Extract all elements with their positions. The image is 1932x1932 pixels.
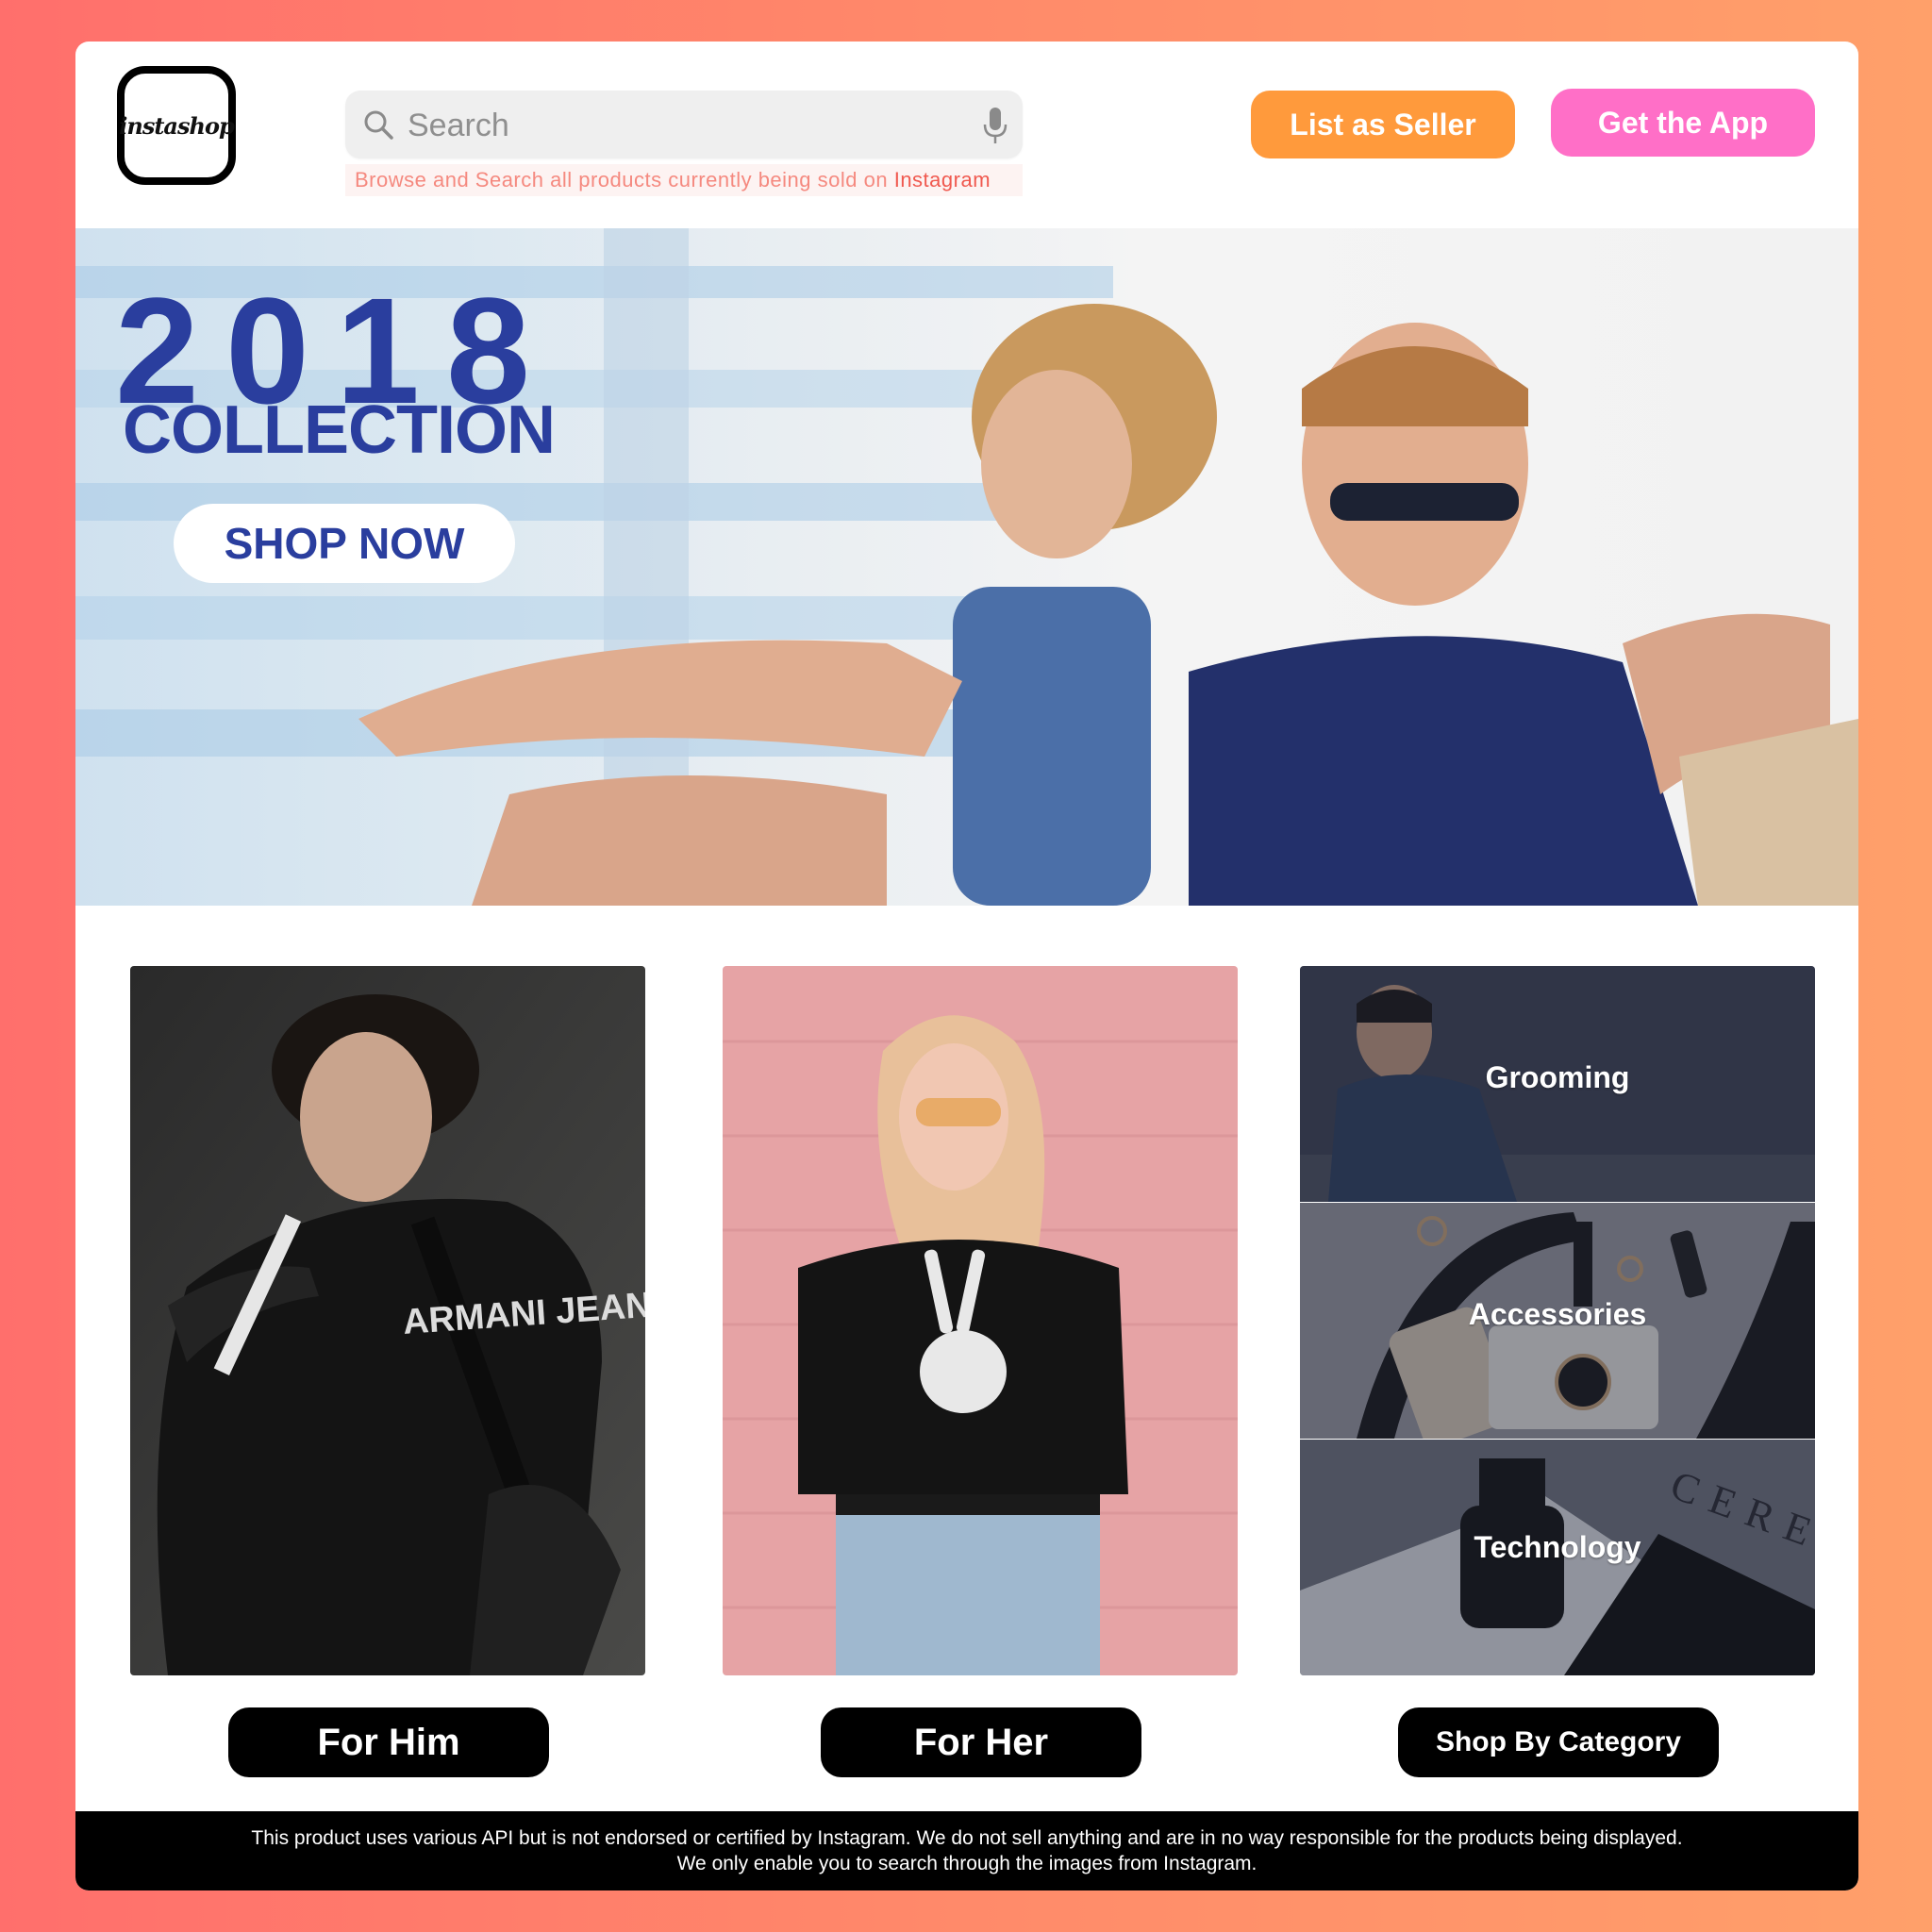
- instashop-logo[interactable]: instashop: [117, 66, 236, 185]
- hero-subtitle: COLLECTION: [123, 392, 556, 468]
- search-hint-brand: Instagram: [893, 168, 991, 192]
- for-her-tile[interactable]: [723, 966, 1238, 1675]
- for-him-tile[interactable]: ARMANI JEANS: [130, 966, 645, 1675]
- search-bar[interactable]: [345, 91, 1023, 158]
- category-grooming[interactable]: Grooming: [1300, 966, 1815, 1202]
- logo-text: instashop: [119, 111, 234, 140]
- grooming-label: Grooming: [1485, 1060, 1630, 1094]
- mic-icon[interactable]: [981, 106, 1009, 145]
- search-area: Browse and Search all products currently…: [345, 91, 1023, 196]
- footer-line-1: This product uses various API but is not…: [251, 1827, 1683, 1849]
- shop-now-button[interactable]: SHOP NOW: [174, 504, 515, 583]
- search-icon: [364, 110, 393, 140]
- search-hint-text: Browse and Search all products currently…: [355, 168, 889, 192]
- footer-disclaimer: This product uses various API but is not…: [75, 1811, 1858, 1890]
- search-hint: Browse and Search all products currently…: [345, 164, 1023, 196]
- category-technology[interactable]: CERE Technology: [1300, 1440, 1815, 1675]
- footer-line-2: We only enable you to search through the…: [676, 1853, 1257, 1874]
- shop-by-category-tile: Grooming Accessories CERE Technology: [1300, 966, 1815, 1675]
- category-accessories[interactable]: Accessories: [1300, 1203, 1815, 1439]
- for-her-photo: [723, 966, 1238, 1675]
- search-input[interactable]: [406, 102, 938, 149]
- technology-label: Technology: [1474, 1530, 1641, 1564]
- list-as-seller-button[interactable]: List as Seller: [1251, 91, 1515, 158]
- accessories-label: Accessories: [1468, 1297, 1647, 1331]
- shop-by-category-button[interactable]: Shop By Category: [1398, 1707, 1719, 1777]
- for-her-button[interactable]: For Her: [821, 1707, 1141, 1777]
- hero-banner: 2018 COLLECTION SHOP NOW: [75, 228, 1858, 906]
- page-card: instashop Browse and Search all products…: [75, 42, 1858, 1890]
- for-him-photo: ARMANI JEANS: [130, 966, 645, 1675]
- for-him-button[interactable]: For Him: [228, 1707, 549, 1777]
- get-the-app-button[interactable]: Get the App: [1551, 89, 1815, 157]
